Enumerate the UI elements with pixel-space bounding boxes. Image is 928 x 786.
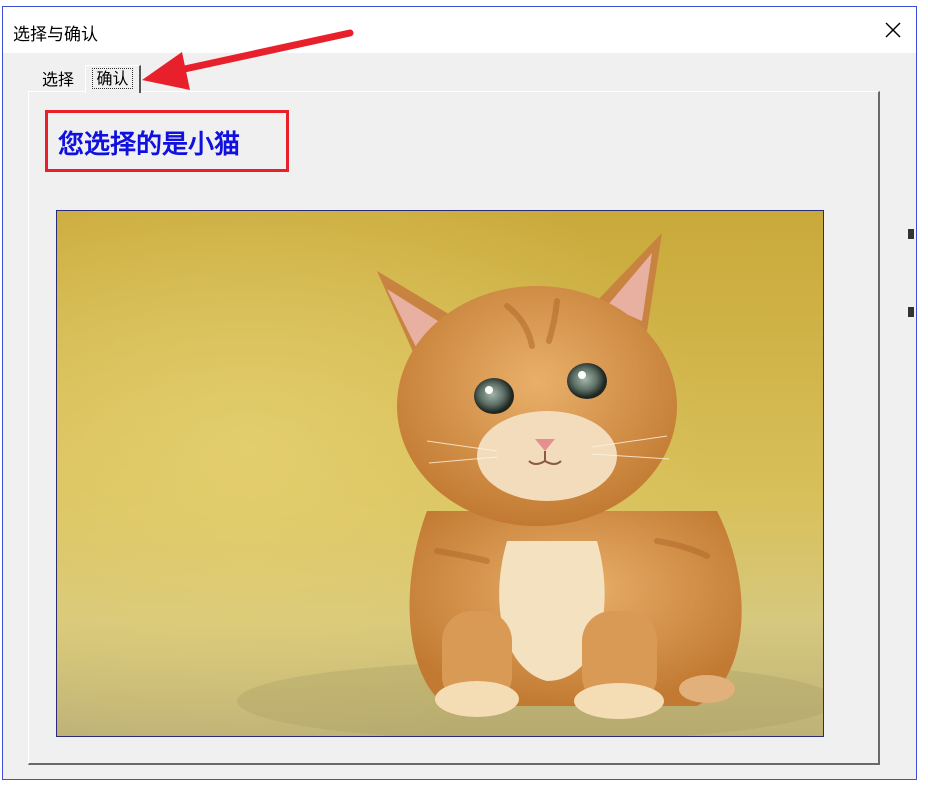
result-highlight-box: 您选择的是小猫 (45, 110, 289, 172)
tab-confirm-label: 确认 (92, 68, 133, 89)
dialog-window: 选择与确认 您选择的是小猫 选择 确认 (2, 6, 917, 780)
close-button[interactable] (870, 7, 916, 53)
title-bar[interactable]: 选择与确认 (3, 7, 916, 53)
tab-select-label: 选择 (41, 70, 74, 89)
tab-panel-confirm: 您选择的是小猫 (28, 91, 880, 765)
kitten-photo (56, 210, 824, 737)
result-label: 您选择的是小猫 (58, 130, 241, 160)
edge-artifact (908, 307, 914, 317)
tab-confirm[interactable]: 确认 (85, 65, 141, 93)
tab-select[interactable]: 选择 (33, 69, 83, 93)
window-title: 选择与确认 (13, 25, 98, 45)
edge-artifact (908, 229, 914, 239)
close-icon (885, 22, 901, 38)
